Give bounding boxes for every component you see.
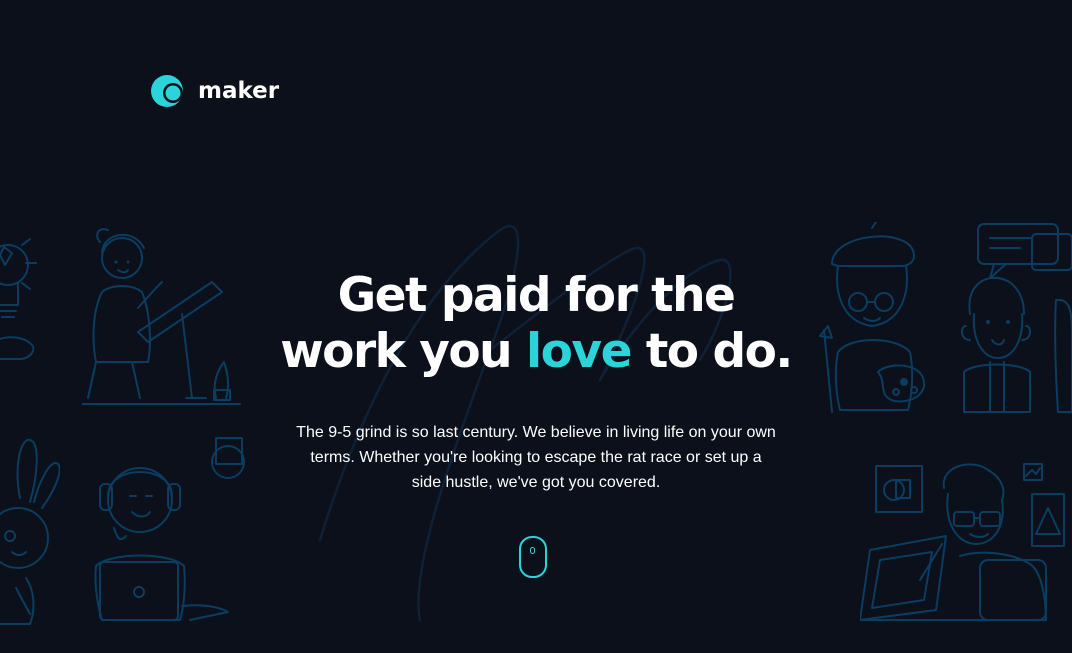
landing-page: maker Get paid for the work you love to … bbox=[0, 0, 1072, 653]
hero-description: The 9-5 grind is so last century. We bel… bbox=[296, 424, 776, 491]
person-with-speech-bubble-illustration bbox=[960, 223, 1072, 413]
headline-line-2-start: work you bbox=[280, 324, 512, 379]
maker-logo-icon bbox=[151, 75, 183, 107]
headline-line-2-end: to do. bbox=[645, 324, 793, 379]
mouse-wheel bbox=[530, 547, 535, 554]
hero-section: Get paid for the work you love to do. Th… bbox=[236, 268, 836, 495]
hero-headline: Get paid for the work you love to do. bbox=[236, 268, 836, 380]
person-with-headphones-laptop-illustration bbox=[94, 437, 245, 621]
artist-at-drafting-table-illustration bbox=[82, 228, 241, 405]
brand-name: maker bbox=[198, 77, 280, 104]
headline-accent-word: love bbox=[526, 324, 632, 379]
bunny-ears-person-illustration bbox=[0, 439, 60, 625]
headline-line-1: Get paid for the bbox=[337, 268, 736, 323]
lightbulb-hand-illustration bbox=[0, 238, 37, 360]
mouse-scroll-icon[interactable] bbox=[519, 536, 547, 578]
brand-logo[interactable]: maker bbox=[150, 73, 279, 109]
designer-at-tablet-illustration bbox=[860, 463, 1065, 621]
